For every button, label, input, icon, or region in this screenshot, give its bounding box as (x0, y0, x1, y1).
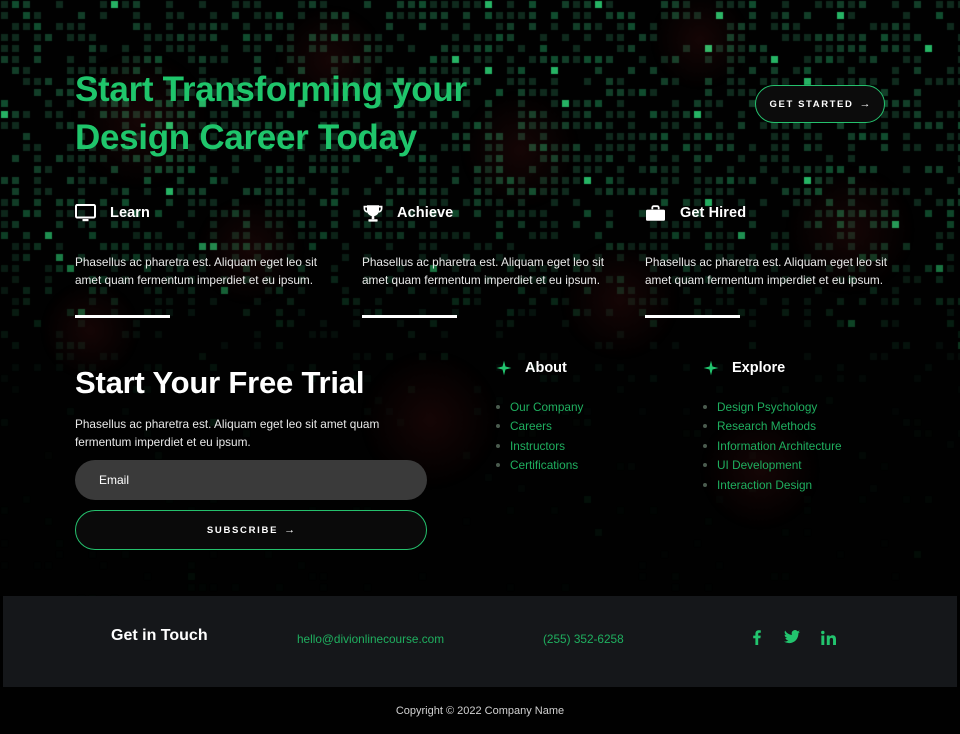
feature-title: Get Hired (680, 205, 747, 221)
twitter-icon[interactable] (784, 629, 800, 645)
bullet-icon (496, 443, 500, 448)
bullet-icon (703, 443, 707, 448)
bullet-icon (703, 482, 707, 487)
bullet-icon (703, 404, 707, 409)
link-column-about: About Our Company Careers Instructors Ce… (496, 358, 583, 475)
email-input[interactable] (75, 460, 427, 500)
contact-bar: Get in Touch hello@divionlinecourse.com … (3, 596, 957, 687)
contact-title: Get in Touch (111, 627, 208, 644)
facebook-icon[interactable] (748, 629, 764, 645)
list-item[interactable]: Information Architecture (703, 436, 842, 456)
list-item[interactable]: Research Methods (703, 417, 842, 437)
contact-email-link[interactable]: hello@divionlinecourse.com (297, 632, 444, 646)
feature-learn: Learn Phasellus ac pharetra est. Aliquam… (75, 200, 345, 318)
link-ui-development[interactable]: UI Development (717, 458, 802, 472)
briefcase-icon (645, 203, 666, 224)
link-our-company[interactable]: Our Company (510, 400, 583, 414)
list-item[interactable]: Design Psychology (703, 397, 842, 417)
link-interaction-design[interactable]: Interaction Design (717, 478, 812, 492)
subscribe-label: SUBSCRIBE (206, 524, 279, 536)
list-item[interactable]: Interaction Design (703, 475, 842, 495)
trial-body: Phasellus ac pharetra est. Aliquam eget … (75, 417, 380, 449)
feature-body: Phasellus ac pharetra est. Aliquam eget … (75, 255, 317, 287)
link-research-methods[interactable]: Research Methods (717, 419, 816, 433)
page-title: Start Transforming your Design Career To… (75, 66, 635, 162)
sparkle-icon (703, 360, 719, 376)
link-design-psychology[interactable]: Design Psychology (717, 400, 817, 414)
bullet-icon (496, 463, 500, 468)
feature-title: Learn (110, 205, 150, 221)
hero-title-line-1: Start Transforming your (75, 70, 467, 109)
feature-body: Phasellus ac pharetra est. Aliquam eget … (645, 255, 887, 287)
link-column-title: About (525, 360, 567, 376)
linkedin-icon[interactable] (820, 629, 836, 645)
bullet-icon (496, 424, 500, 429)
list-item[interactable]: UI Development (703, 456, 842, 476)
bullet-icon (496, 404, 500, 409)
trial-title: Start Your Free Trial (75, 365, 365, 400)
contact-phone-link[interactable]: (255) 352-6258 (543, 632, 624, 646)
sparkle-icon (496, 360, 512, 376)
list-item[interactable]: Careers (496, 417, 583, 437)
copyright-bar: Copyright © 2022 Company Name (0, 687, 960, 734)
link-column-explore: Explore Design Psychology Research Metho… (703, 358, 842, 495)
bullet-icon (703, 424, 707, 429)
feature-divider (362, 315, 457, 318)
copyright-text: Copyright © 2022 Company Name (395, 704, 565, 717)
arrow-right-icon: → (859, 98, 871, 110)
link-certifications[interactable]: Certifications (510, 458, 578, 472)
link-list: Our Company Careers Instructors Certific… (496, 397, 583, 475)
social-links (748, 629, 836, 645)
list-item[interactable]: Our Company (496, 397, 583, 417)
list-item[interactable]: Instructors (496, 436, 583, 456)
feature-achieve: Achieve Phasellus ac pharetra est. Aliqu… (362, 200, 632, 318)
get-started-button[interactable]: GET STARTED → (755, 85, 885, 123)
feature-body: Phasellus ac pharetra est. Aliquam eget … (362, 255, 604, 287)
hero-title-line-2: Design Career Today (75, 118, 417, 157)
monitor-icon (75, 203, 96, 224)
hero-section: Start Transforming your Design Career To… (0, 0, 960, 596)
link-careers[interactable]: Careers (510, 419, 552, 433)
get-started-label: GET STARTED (769, 98, 854, 110)
link-information-architecture[interactable]: Information Architecture (717, 439, 842, 453)
feature-title: Achieve (397, 205, 454, 221)
subscribe-button[interactable]: SUBSCRIBE → (75, 510, 427, 550)
feature-get-hired: Get Hired Phasellus ac pharetra est. Ali… (645, 200, 915, 318)
bullet-icon (703, 463, 707, 468)
arrow-right-icon: → (284, 524, 296, 536)
link-column-title: Explore (732, 360, 786, 376)
link-list: Design Psychology Research Methods Infor… (703, 397, 842, 495)
landing-page: Start Transforming your Design Career To… (0, 0, 960, 734)
feature-divider (75, 315, 170, 318)
trophy-icon (362, 203, 383, 224)
list-item[interactable]: Certifications (496, 456, 583, 476)
link-instructors[interactable]: Instructors (510, 439, 565, 453)
feature-divider (645, 315, 740, 318)
